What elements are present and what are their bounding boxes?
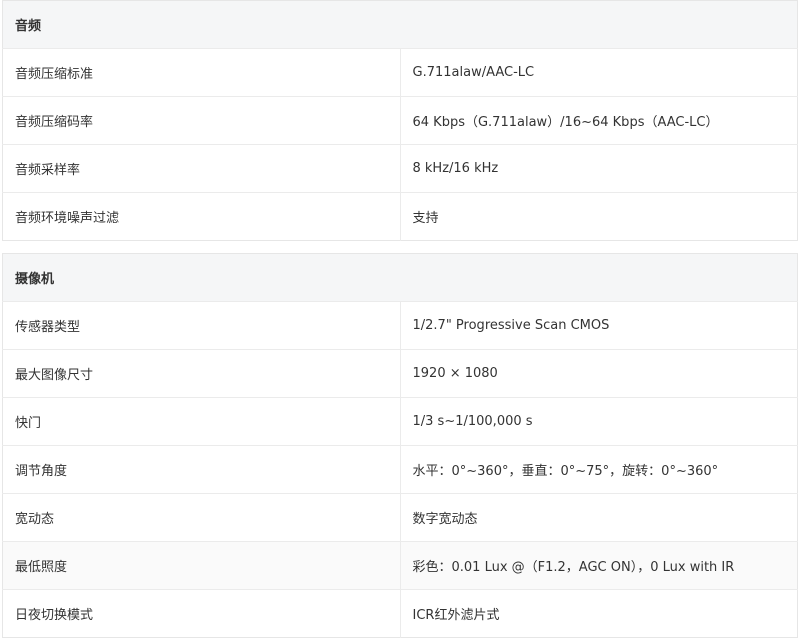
table-row: 音频采样率 8 kHz/16 kHz	[2, 144, 798, 193]
table-row: 音频压缩标准 G.711alaw/AAC-LC	[2, 48, 798, 97]
table-row: 最低照度 彩色：0.01 Lux @（F1.2，AGC ON），0 Lux wi…	[2, 541, 798, 590]
spec-label: 最大图像尺寸	[2, 349, 401, 398]
table-row: 快门 1/3 s~1/100,000 s	[2, 397, 798, 446]
spec-value: G.711alaw/AAC-LC	[400, 48, 798, 97]
audio-spec-table: 音频 音频压缩标准 G.711alaw/AAC-LC 音频压缩码率 64 Kbp…	[2, 0, 798, 241]
camera-spec-table: 摄像机 传感器类型 1/2.7" Progressive Scan CMOS 最…	[2, 253, 798, 638]
spec-label: 日夜切换模式	[2, 589, 401, 638]
table-row: 最大图像尺寸 1920 × 1080	[2, 349, 798, 398]
table-row: 音频压缩码率 64 Kbps（G.711alaw）/16~64 Kbps（AAC…	[2, 96, 798, 145]
spec-value: 64 Kbps（G.711alaw）/16~64 Kbps（AAC-LC）	[400, 96, 798, 145]
spec-label: 宽动态	[2, 493, 401, 542]
spec-value: 1920 × 1080	[400, 349, 798, 398]
spec-value: 1/3 s~1/100,000 s	[400, 397, 798, 446]
spec-label: 音频压缩标准	[2, 48, 401, 97]
section-title: 音频	[2, 0, 798, 49]
spec-value: 1/2.7" Progressive Scan CMOS	[400, 301, 798, 350]
spec-label: 传感器类型	[2, 301, 401, 350]
table-row: 宽动态 数字宽动态	[2, 493, 798, 542]
section-header-row: 音频	[2, 0, 798, 49]
spec-label: 调节角度	[2, 445, 401, 494]
spec-label: 音频压缩码率	[2, 96, 401, 145]
spec-value: 彩色：0.01 Lux @（F1.2，AGC ON），0 Lux with IR	[400, 541, 798, 590]
spec-label: 快门	[2, 397, 401, 446]
table-row: 调节角度 水平：0°~360°，垂直：0°~75°，旋转：0°~360°	[2, 445, 798, 494]
section-header-row: 摄像机	[2, 253, 798, 302]
spec-label: 最低照度	[2, 541, 401, 590]
table-row: 日夜切换模式 ICR红外滤片式	[2, 589, 798, 638]
spec-label: 音频采样率	[2, 144, 401, 193]
spec-value: 数字宽动态	[400, 493, 798, 542]
spec-value: ICR红外滤片式	[400, 589, 798, 638]
spec-value: 8 kHz/16 kHz	[400, 144, 798, 193]
spec-value: 支持	[400, 192, 798, 241]
table-row: 传感器类型 1/2.7" Progressive Scan CMOS	[2, 301, 798, 350]
spec-value: 水平：0°~360°，垂直：0°~75°，旋转：0°~360°	[400, 445, 798, 494]
spec-label: 音频环境噪声过滤	[2, 192, 401, 241]
section-title: 摄像机	[2, 253, 798, 302]
table-row: 音频环境噪声过滤 支持	[2, 192, 798, 241]
